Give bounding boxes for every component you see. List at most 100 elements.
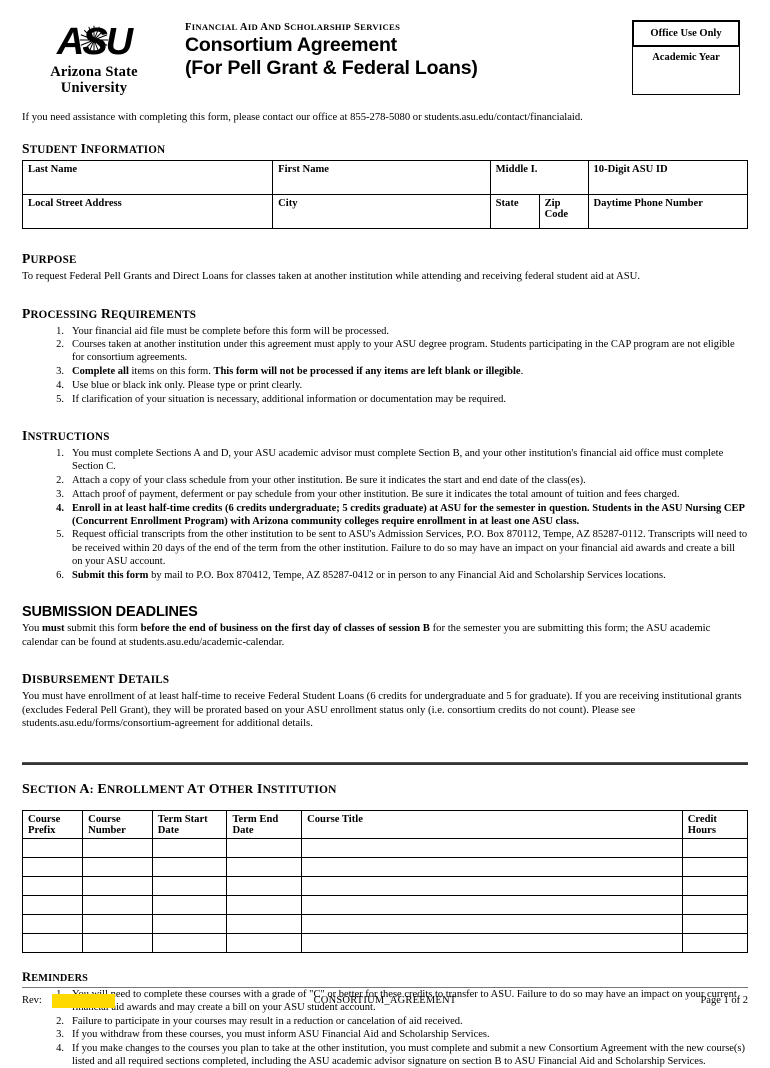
cell-course-title[interactable] (301, 894, 683, 915)
field-daytime-phone-number[interactable]: Daytime Phone Number (587, 194, 748, 229)
academic-year-field[interactable]: Academic Year (632, 47, 740, 95)
cell-credit-hours[interactable] (681, 837, 749, 858)
department-name: FINANCIAL AID AND SCHOLARSHIP SERVICES (185, 22, 401, 33)
sd-bold-must: must (42, 622, 65, 635)
page-number: Page 1 of 2 (700, 995, 748, 1006)
cell-term-start-date[interactable] (151, 837, 228, 858)
cell-credit-hours[interactable] (681, 856, 749, 877)
processing-requirements-list: Your financial aid file must be complete… (22, 325, 748, 406)
asu-wordmark-icon: ASU (56, 21, 133, 63)
list-item: Use blue or black ink only. Please type … (46, 379, 303, 392)
form-title-line-2: (For Pell Grant & Federal Loans) (185, 57, 478, 79)
list-item-bold-lead: Submit this form (72, 569, 149, 581)
field-city[interactable]: City (272, 194, 491, 229)
column-header-credit-hours: Credit Hours (681, 809, 749, 839)
table-row (21, 875, 749, 896)
asu-logo: ASU Arizona State University (30, 22, 158, 96)
field-zip-code[interactable]: Zip Code (538, 194, 589, 229)
field-first-name[interactable]: First Name (272, 160, 491, 195)
purpose-heading: PURPOSE (22, 251, 77, 266)
page-header: ASU Arizona State University FINANCIAL A… (22, 18, 748, 110)
cell-course-number[interactable] (82, 875, 153, 896)
list-item: Attach proof of payment, deferment or pa… (46, 488, 680, 501)
asu-mark-text: ASU (56, 21, 133, 63)
list-item-bold-tail: This form will not be processed if any i… (213, 366, 521, 378)
student-information-heading: STUDENT INFORMATION (22, 141, 166, 156)
cell-course-title[interactable] (301, 875, 683, 896)
cell-term-end-date[interactable] (226, 932, 303, 953)
cell-credit-hours[interactable] (681, 894, 749, 915)
processing-requirements-heading: PROCESSING REQUIREMENTS (22, 305, 197, 321)
cell-course-number[interactable] (82, 894, 153, 915)
cell-course-prefix[interactable] (21, 837, 84, 858)
cell-course-prefix[interactable] (21, 856, 84, 877)
cell-course-prefix[interactable] (21, 894, 84, 915)
cell-course-title[interactable] (301, 932, 683, 953)
reminders-heading: REMINDERS (22, 969, 89, 984)
cell-term-start-date[interactable] (151, 913, 228, 934)
academic-year-label: Academic Year (652, 52, 720, 63)
sd-mid: submit this form (64, 622, 141, 635)
table-row: Last Name First Name Middle I. 10-Digit … (21, 160, 748, 195)
table-row (21, 894, 749, 915)
field-asu-id[interactable]: 10-Digit ASU ID (587, 160, 748, 195)
form-code: CONSORTIUM_AGREEMENT (313, 995, 457, 1006)
section-a-course-table: Course Prefix Course Number Term Start D… (21, 809, 749, 953)
office-use-only-box: Office Use Only Academic Year (632, 20, 740, 95)
disbursement-details-heading: DISBURSEMENT DETAILS (22, 671, 170, 687)
cell-credit-hours[interactable] (681, 913, 749, 934)
cell-credit-hours[interactable] (681, 875, 749, 896)
cell-term-end-date[interactable] (226, 837, 303, 858)
field-state[interactable]: State (489, 194, 540, 229)
cell-term-end-date[interactable] (226, 875, 303, 896)
section-a-heading: SECTION A: ENROLLMENT AT OTHER INSTITUTI… (22, 781, 337, 797)
cell-term-end-date[interactable] (226, 894, 303, 915)
cell-term-start-date[interactable] (151, 875, 228, 896)
cell-term-start-date[interactable] (151, 894, 228, 915)
revision-value-highlight[interactable] (52, 994, 115, 1008)
field-local-street-address[interactable]: Local Street Address (21, 194, 274, 229)
office-use-only-label: Office Use Only (632, 20, 740, 47)
cell-course-prefix[interactable] (21, 875, 84, 896)
list-item-bold-lead: Complete all (72, 366, 129, 378)
cell-term-end-date[interactable] (226, 856, 303, 877)
list-item: Complete all items on this form. This fo… (46, 365, 524, 378)
sd-pre: You (22, 622, 43, 635)
table-row (21, 932, 749, 953)
submission-deadlines-heading: SUBMISSION DEADLINES (22, 604, 198, 621)
form-page: ASU Arizona State University FINANCIAL A… (0, 0, 770, 1067)
field-last-name[interactable]: Last Name (21, 160, 274, 195)
cell-course-number[interactable] (82, 856, 153, 877)
disbursement-details-text: You must have enrollment of at least hal… (22, 690, 742, 730)
cell-course-number[interactable] (82, 837, 153, 858)
instructions-list: You must complete Sections A and D, your… (22, 447, 748, 582)
form-title-block: FINANCIAL AID AND SCHOLARSHIP SERVICES C… (185, 22, 478, 80)
asu-name-line-1: Arizona State (50, 64, 138, 80)
cell-term-end-date[interactable] (226, 913, 303, 934)
cell-term-start-date[interactable] (151, 856, 228, 877)
form-title-line-1: Consortium Agreement (185, 34, 397, 56)
cell-course-number[interactable] (82, 913, 153, 934)
sd-bold-deadline: before the end of business on the first … (140, 622, 430, 635)
footer-divider (22, 987, 748, 988)
instructions-heading: INSTRUCTIONS (22, 428, 110, 444)
cell-course-title[interactable] (301, 856, 683, 877)
list-item: Attach a copy of your class schedule fro… (46, 474, 586, 487)
page-footer: Rev: CONSORTIUM_AGREEMENT Page 1 of 2 (22, 987, 748, 1010)
cell-course-prefix[interactable] (21, 932, 84, 953)
column-header-term-start-date: Term Start Date (151, 809, 228, 839)
purpose-text: To request Federal Pell Grants and Direc… (22, 270, 641, 282)
field-middle-initial[interactable]: Middle I. (489, 160, 589, 195)
asu-name-line-2: University (60, 80, 128, 96)
cell-course-number[interactable] (82, 932, 153, 953)
cell-course-prefix[interactable] (21, 913, 84, 934)
list-item: If you make changes to the courses you p… (46, 1042, 746, 1068)
table-row (21, 837, 749, 858)
cell-term-start-date[interactable] (151, 932, 228, 953)
cell-course-title[interactable] (301, 837, 683, 858)
list-item: Failure to participate in your courses m… (46, 1015, 463, 1028)
cell-credit-hours[interactable] (681, 932, 749, 953)
list-item: If you withdraw from these courses, you … (46, 1028, 490, 1041)
list-item: Submit this form by mail to P.O. Box 870… (46, 569, 666, 582)
cell-course-title[interactable] (301, 913, 683, 934)
